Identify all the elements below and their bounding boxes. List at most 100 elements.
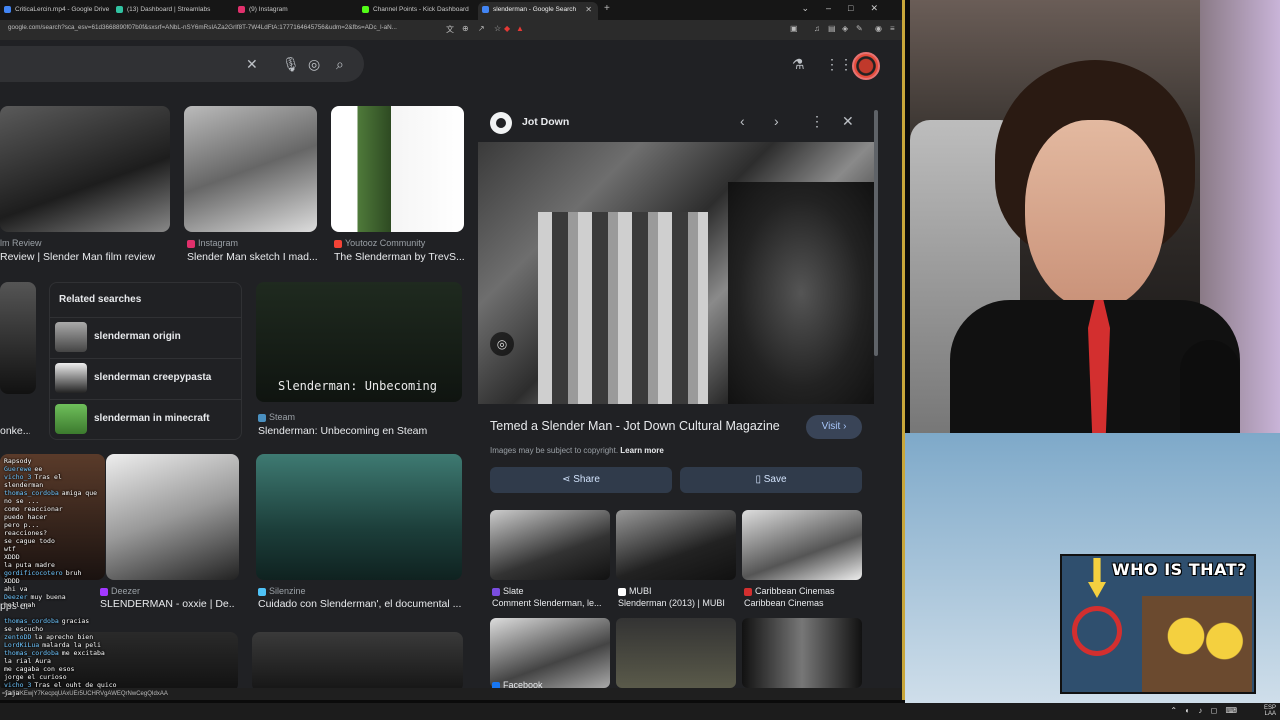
avatar[interactable]	[852, 52, 880, 80]
result-caption[interactable]: The Slenderman by TrevS...	[334, 251, 464, 263]
share-icon[interactable]: ↗	[478, 24, 485, 33]
lens-icon[interactable]: ◎	[490, 332, 514, 356]
result-image[interactable]	[331, 106, 464, 232]
chat-username: Guerewe	[4, 465, 32, 473]
related-search-item[interactable]: slenderman origin	[50, 317, 241, 355]
address-bar[interactable]: google.com/search?sca_esv=61d3668890f07b…	[0, 20, 902, 40]
chat-text: ahi va	[4, 585, 28, 593]
related-search-label: slenderman in minecraft	[94, 413, 210, 424]
system-tray[interactable]: ⌃ ◐ ♪ ◻ ⌨	[1170, 706, 1240, 715]
chat-text: ee	[34, 465, 43, 473]
chat-text: Tras el ouht de quico	[34, 681, 117, 689]
related-caption[interactable]: Caribbean Cinemas	[744, 598, 864, 608]
chat-message: jorge el curioso	[4, 673, 67, 681]
labs-icon[interactable]: ⚗	[792, 56, 805, 73]
chat-text: malarda la peli	[42, 641, 101, 649]
related-source: Caribbean Cinemas	[744, 586, 835, 596]
google-icon	[482, 5, 489, 13]
chat-message: thomas_cordoba amiga que	[4, 489, 97, 497]
apps-grid-icon[interactable]: ⋮⋮	[825, 56, 853, 73]
visit-button[interactable]: Visit ›	[806, 415, 862, 439]
save-button[interactable]: ▯ Save	[680, 467, 862, 493]
translate-icon[interactable]: 文	[446, 24, 454, 35]
related-image[interactable]	[616, 510, 736, 580]
preview-image[interactable]	[478, 142, 874, 404]
related-search-item[interactable]: slenderman creepypasta	[50, 358, 241, 396]
chat-message: se escucho	[4, 625, 43, 633]
search-box[interactable]: ✕ 🎙 ◎ ⌕	[0, 46, 364, 82]
chat-text: me excitaba	[61, 649, 105, 657]
close-icon[interactable]: ✕	[842, 113, 854, 130]
language-indicator[interactable]: ESP LAA	[1264, 705, 1276, 717]
chat-message: hell nah	[4, 601, 35, 609]
related-image[interactable]	[742, 510, 862, 580]
result-image[interactable]	[0, 282, 36, 394]
learn-more-link[interactable]: Learn more	[620, 446, 664, 455]
result-image[interactable]	[252, 632, 463, 692]
result-image[interactable]	[0, 106, 170, 232]
chat-text: me cagaba con esos	[4, 665, 75, 673]
brave-shield-icon[interactable]: ◆	[504, 24, 510, 33]
more-options-icon[interactable]: ⋮	[810, 113, 824, 130]
panel-site-name[interactable]: Jot Down	[522, 116, 569, 128]
warning-icon[interactable]: ▲	[516, 24, 524, 33]
result-caption[interactable]: Cuidado con Slenderman', el documental .…	[258, 598, 463, 610]
related-image[interactable]	[490, 618, 610, 688]
preview-crowd-shape	[538, 212, 708, 404]
related-search-label: slenderman creepypasta	[94, 372, 212, 383]
result-image[interactable]: Slenderman: Unbecoming	[256, 282, 462, 402]
close-icon[interactable]: ✕	[246, 56, 258, 73]
mubi-icon	[618, 587, 626, 596]
zoom-icon[interactable]: ⊕	[462, 24, 469, 33]
related-search-item[interactable]: slenderman in minecraft	[50, 399, 241, 437]
result-image[interactable]	[256, 454, 462, 580]
extension-icon[interactable]: ◈	[842, 24, 848, 33]
chat-message: como reaccionar	[4, 505, 63, 513]
result-caption[interactable]: Slenderman: Unbecoming en Steam	[258, 425, 463, 437]
chat-username: Deezer	[4, 593, 28, 601]
streamlabs-icon	[116, 5, 123, 13]
wallet-icon[interactable]: ◉	[875, 24, 882, 33]
tab-google-drive[interactable]: CriticaLercin.mp4 - Google Drive	[0, 2, 110, 20]
youtooz-icon	[334, 239, 342, 248]
extension-icon[interactable]: ▣	[790, 24, 798, 33]
tab-google-search[interactable]: slenderman - Google Search ✕	[478, 2, 598, 20]
chat-message: pero p...	[4, 521, 39, 529]
related-image[interactable]	[616, 618, 736, 688]
panel-scrollbar[interactable]	[874, 110, 878, 356]
camera-lens-icon[interactable]: ◎	[308, 56, 320, 73]
chat-message: reacciones?	[4, 529, 47, 537]
chevron-right-icon[interactable]: ›	[774, 113, 779, 129]
media-icon[interactable]: ♫	[814, 24, 820, 33]
related-thumb	[55, 322, 87, 352]
related-caption[interactable]: Comment Slenderman, le...	[492, 598, 612, 608]
related-image[interactable]	[742, 618, 862, 688]
share-button[interactable]: ⋖ Share	[490, 467, 672, 493]
result-image[interactable]	[184, 106, 317, 232]
chevron-left-icon[interactable]: ‹	[740, 113, 745, 129]
mic-icon[interactable]: 🎙	[282, 56, 300, 73]
tab-kick[interactable]: Channel Points - Kick Dashboard	[358, 2, 478, 20]
preview-title[interactable]: Temed a Slender Man - Jot Down Cultural …	[490, 419, 780, 433]
result-caption[interactable]: onke...	[0, 425, 30, 437]
tab-instagram[interactable]: (9) Instagram	[234, 2, 354, 20]
bookmark-icon[interactable]: ☆	[494, 24, 501, 33]
chat-message: Guerewe ee	[4, 465, 42, 473]
search-icon[interactable]: ⌕	[336, 56, 344, 73]
related-caption[interactable]: Slenderman (2013) | MUBI	[618, 598, 738, 608]
url-text[interactable]: google.com/search?sca_esv=61d3668890f07b…	[8, 24, 438, 31]
chat-text: XDDD	[4, 553, 20, 561]
extension-icon[interactable]: ✎	[856, 24, 863, 33]
tab-streamlabs[interactable]: (13) Dashboard | Streamlabs	[112, 2, 232, 20]
chat-text: XDDD	[4, 577, 20, 585]
extension-icon[interactable]: ▤	[828, 24, 836, 33]
preview-face-shape	[728, 182, 874, 404]
close-tab-icon[interactable]: ✕	[585, 2, 592, 18]
arrow-down-icon	[1088, 558, 1106, 598]
window-controls[interactable]: ⌄–□✕	[801, 3, 895, 14]
menu-icon[interactable]: ≡	[890, 24, 895, 33]
new-tab-button[interactable]: +	[604, 3, 610, 14]
result-caption[interactable]: Slender Man sketch I mad...	[187, 251, 317, 263]
result-caption[interactable]: Review | Slender Man film review	[0, 251, 175, 263]
related-image[interactable]	[490, 510, 610, 580]
